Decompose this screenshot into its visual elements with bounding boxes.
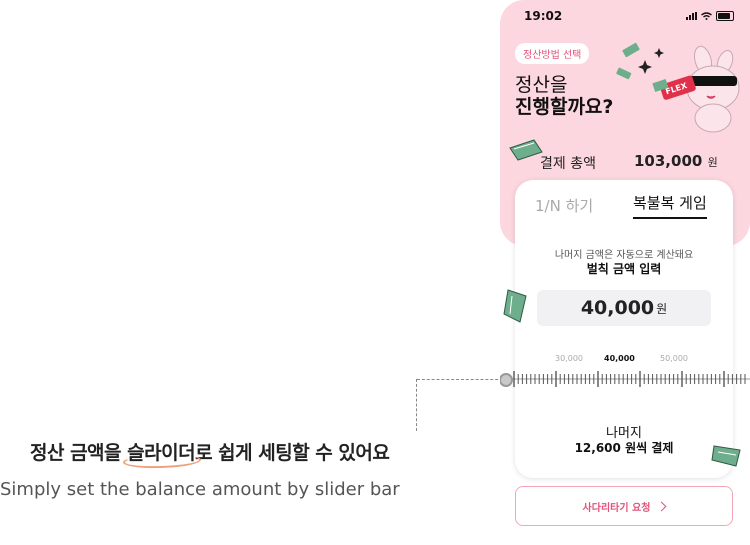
battery-icon: [716, 11, 734, 21]
step-badge: 정산방법 선택: [515, 43, 590, 64]
tab-lucky-game[interactable]: 복불복 게임: [633, 192, 707, 219]
auto-calc-hint: 나머지 금액은 자동으로 계산돼요: [554, 250, 694, 261]
money-bill-icon: [503, 289, 527, 323]
status-time: 19:02: [524, 9, 563, 23]
penalty-label: 벌칙 금액 입력: [586, 262, 662, 276]
money-bill-icon: [509, 139, 543, 161]
page-title-line2: 진행할까요?: [515, 96, 614, 118]
total-unit: 원: [707, 156, 718, 169]
sunglasses-icon: [689, 76, 737, 86]
remainder-per-person: 12,600 원씩 결제: [574, 441, 674, 455]
total-label: 결제 총액: [540, 156, 596, 172]
money-bill-icon: [622, 42, 640, 58]
phone-screen: 19:02 정산방법 선택 정산을 진행할까요? FLEX 결제 총액 103,…: [500, 0, 750, 545]
mascot-illustration: FLEX: [616, 42, 740, 133]
callout-line-vertical: [416, 379, 417, 431]
penalty-amount: 40,000: [580, 297, 655, 319]
status-icons: [686, 11, 734, 21]
money-bill-icon: [711, 445, 741, 467]
slider-tick-label: 50,000: [660, 354, 688, 363]
amount-slider[interactable]: [500, 368, 750, 390]
sparkle-icon: [638, 60, 652, 74]
wifi-icon: [701, 12, 712, 20]
settlement-card: 1/N 하기 복불복 게임 나머지 금액은 자동으로 계산돼요 벌칙 금액 입력…: [515, 180, 733, 478]
ladder-request-button[interactable]: 사다리타기 요청: [515, 486, 733, 526]
money-bill-icon: [616, 67, 632, 80]
mascot-mouth: [706, 95, 716, 99]
ladder-button-label: 사다리타기 요청: [582, 502, 651, 514]
penalty-amount-field[interactable]: 40,000 원: [537, 290, 711, 326]
chevron-right-icon: [656, 501, 667, 511]
caption-text-part: 정산 금액을: [30, 442, 128, 464]
tab-split-evenly[interactable]: 1/N 하기: [535, 195, 593, 216]
total-value: 103,000 원: [634, 152, 718, 170]
feature-caption-korean: 정산 금액을 슬라이더로 쉽게 세팅할 수 있어요: [30, 438, 390, 465]
slider-tick-label: 30,000: [555, 354, 583, 363]
total-amount: 103,000: [634, 152, 703, 170]
mascot-body: [694, 103, 732, 133]
sparkle-icon: [654, 48, 664, 58]
slider-current-label: 40,000: [604, 354, 635, 363]
signal-icon: [686, 12, 697, 20]
caption-highlight: 슬라이더: [127, 442, 196, 464]
feature-caption-english: Simply set the balance amount by slider …: [0, 479, 400, 500]
callout-line: [417, 379, 503, 380]
penalty-unit: 원: [656, 301, 668, 316]
caption-text-part: 로 쉽게 세팅할 수 있어요: [195, 442, 390, 464]
